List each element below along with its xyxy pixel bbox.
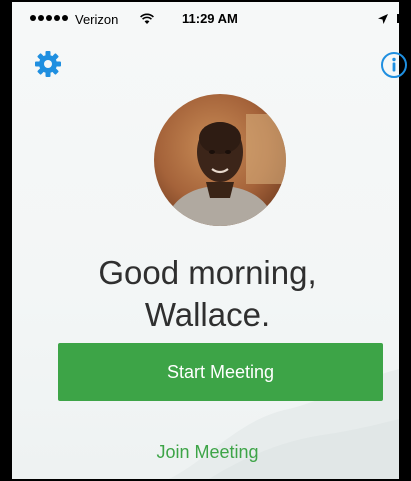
info-button[interactable]: [380, 51, 408, 79]
status-time: 11:29 AM: [182, 11, 238, 26]
location-arrow-icon: [378, 14, 388, 24]
greeting-text: Good morning, Wallace.: [2, 252, 409, 336]
greeting-name: Wallace.: [144, 296, 271, 333]
greeting-line1: Good morning,: [98, 254, 317, 291]
join-meeting-link[interactable]: Join Meeting: [2, 442, 409, 463]
wifi-icon: [140, 13, 154, 24]
device-bezel-left: [2, 2, 12, 479]
app-screen: Verizon 11:29 AM Good morning, Wallace. …: [0, 0, 411, 481]
carrier-name: Verizon: [75, 12, 119, 27]
gear-icon: [35, 51, 61, 77]
info-icon: [381, 52, 407, 78]
user-avatar-photo: [154, 94, 286, 226]
start-meeting-button[interactable]: Start Meeting: [58, 343, 383, 401]
settings-button[interactable]: [32, 48, 64, 80]
battery-icon: [397, 14, 409, 23]
user-avatar[interactable]: [154, 94, 286, 226]
cellular-signal-icon: [30, 15, 68, 21]
status-bar: Verizon 11:29 AM: [12, 4, 409, 38]
